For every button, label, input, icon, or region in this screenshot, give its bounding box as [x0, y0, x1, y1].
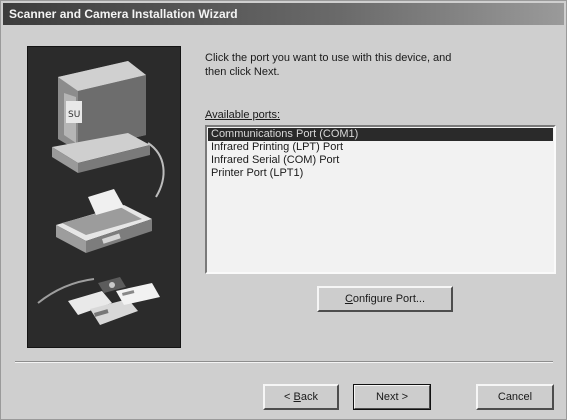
- wizard-window: Scanner and Camera Installation Wizard S…: [0, 0, 567, 420]
- wizard-illustration: SU: [27, 46, 181, 348]
- available-ports-listbox[interactable]: Communications Port (COM1) Infrared Prin…: [205, 125, 556, 274]
- back-label-rest: ack: [300, 391, 318, 403]
- cancel-label: Cancel: [497, 391, 533, 403]
- instruction-text: Click the port you want to use with this…: [205, 51, 540, 79]
- port-item-infrared-printing[interactable]: Infrared Printing (LPT) Port: [208, 141, 553, 154]
- port-item-com1[interactable]: Communications Port (COM1): [208, 128, 553, 141]
- instruction-line-2: then click Next.: [205, 66, 280, 78]
- next-button[interactable]: Next >: [353, 384, 431, 410]
- cancel-button[interactable]: Cancel: [476, 384, 554, 410]
- svg-text:SU: SU: [68, 110, 80, 120]
- configure-label-rest: onfigure Port...: [352, 293, 426, 305]
- port-item-lpt1[interactable]: Printer Port (LPT1): [208, 167, 553, 180]
- configure-port-button[interactable]: Configure Port...: [317, 286, 453, 312]
- available-ports-label: Available ports:: [205, 109, 281, 121]
- window-title: Scanner and Camera Installation Wizard: [9, 7, 238, 21]
- button-separator: [15, 361, 553, 363]
- next-label: Next >: [375, 391, 409, 403]
- back-prefix: <: [284, 391, 294, 403]
- configure-hotkey: C: [344, 293, 353, 305]
- title-bar[interactable]: Scanner and Camera Installation Wizard: [3, 3, 564, 25]
- back-hotkey: B: [293, 391, 301, 403]
- port-item-infrared-serial[interactable]: Infrared Serial (COM) Port: [208, 154, 553, 167]
- back-button[interactable]: < Back: [263, 384, 339, 410]
- instruction-line-1: Click the port you want to use with this…: [205, 52, 452, 64]
